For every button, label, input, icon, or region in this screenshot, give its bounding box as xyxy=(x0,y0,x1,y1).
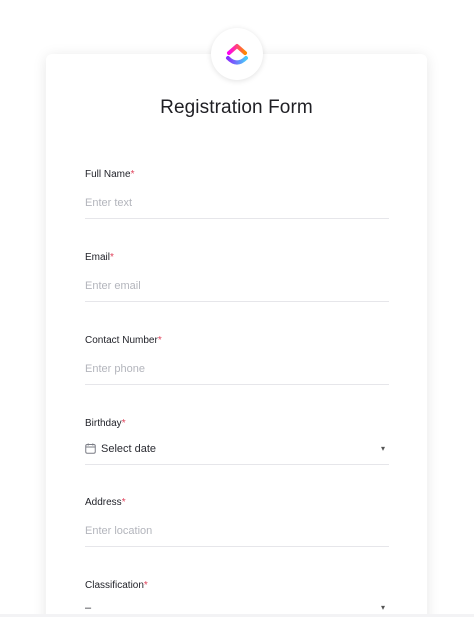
clickup-logo-icon xyxy=(226,44,248,65)
chevron-down-icon: ▾ xyxy=(380,603,385,612)
address-label: Address* xyxy=(85,497,126,508)
logo-badge xyxy=(211,28,263,80)
email-label: Email* xyxy=(85,252,114,263)
calendar-icon xyxy=(85,443,96,454)
email-field: Email* xyxy=(85,252,389,302)
chevron-down-icon: ▾ xyxy=(380,444,385,453)
birthday-date-picker[interactable]: Select date ▾ xyxy=(85,439,389,465)
birthday-label: Birthday* xyxy=(85,418,126,429)
form-title: Registration Form xyxy=(160,97,313,118)
birthday-value: Select date xyxy=(101,442,157,455)
full-name-label: Full Name* xyxy=(85,169,135,180)
email-input[interactable] xyxy=(85,276,389,302)
classification-field: Classification* – ▾ xyxy=(85,580,389,617)
classification-value: – xyxy=(85,601,92,614)
address-input[interactable] xyxy=(85,521,389,547)
full-name-input[interactable] xyxy=(85,193,389,219)
full-name-field: Full Name* xyxy=(85,169,389,219)
registration-page: Registration Form Full Name* Email* Cont… xyxy=(0,0,474,617)
contact-number-field: Contact Number* xyxy=(85,335,389,385)
required-marker: * xyxy=(110,252,114,263)
required-marker: * xyxy=(130,169,135,180)
required-marker: * xyxy=(121,418,126,429)
address-field: Address* xyxy=(85,497,389,547)
required-marker: * xyxy=(121,497,126,508)
classification-label: Classification* xyxy=(85,580,148,591)
contact-number-input[interactable] xyxy=(85,359,389,385)
required-marker: * xyxy=(143,580,148,591)
contact-number-label: Contact Number* xyxy=(85,335,162,346)
birthday-field: Birthday* Select date ▾ xyxy=(85,418,389,465)
required-marker: * xyxy=(157,335,162,346)
